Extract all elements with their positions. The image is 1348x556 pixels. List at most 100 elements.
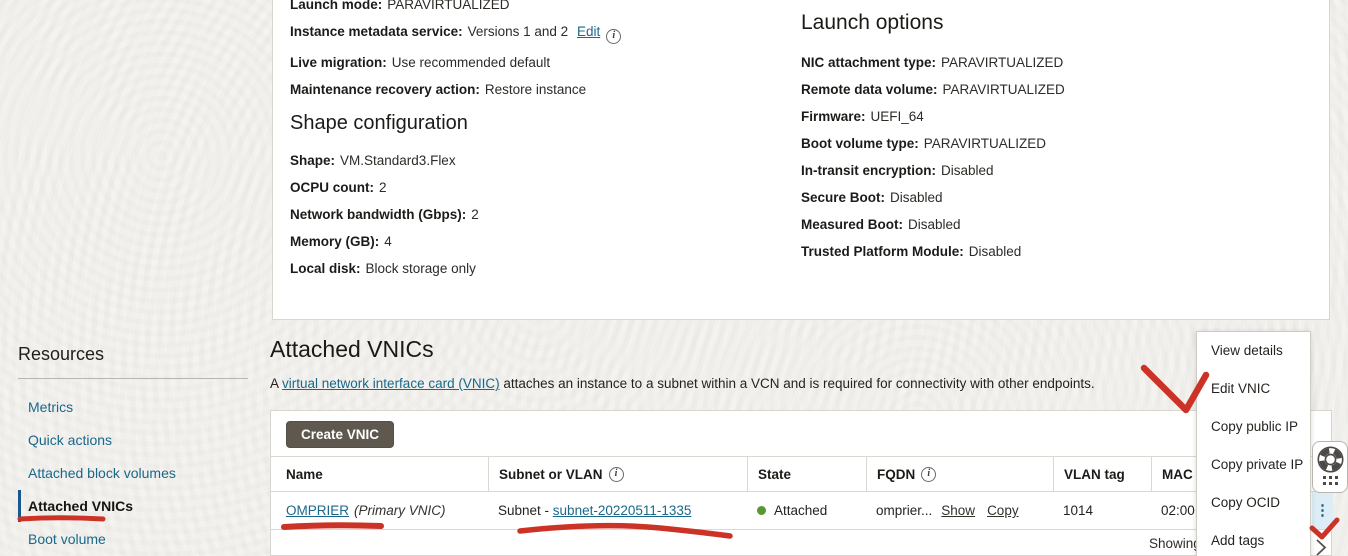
sidebar-item-quick-actions[interactable]: Quick actions: [18, 424, 248, 456]
detail-row-secure-boot: Secure Boot: Disabled: [801, 190, 1065, 206]
cell-vlan-tag: 1014: [1053, 492, 1151, 529]
vnic-doc-link[interactable]: virtual network interface card (VNIC): [282, 376, 500, 391]
fqdn-copy-link[interactable]: Copy: [987, 503, 1019, 518]
resources-title: Resources: [18, 342, 248, 366]
column-header-label: State: [758, 467, 791, 482]
column-header-label: VLAN tag: [1064, 467, 1125, 482]
menu-item-copy-ocid[interactable]: Copy OCID: [1197, 484, 1310, 522]
shape-configuration-title: Shape configuration: [290, 109, 621, 137]
detail-label: Instance metadata service:: [290, 24, 463, 39]
detail-label: Firmware:: [801, 109, 866, 124]
cell-row-actions: ⋮: [1312, 492, 1333, 529]
detail-row-memory: Memory (GB):4: [290, 234, 621, 250]
detail-value: Versions 1 and 2: [468, 24, 569, 39]
detail-label: Live migration:: [290, 55, 387, 70]
cell-subnet: Subnet - subnet-20220511-1335: [488, 492, 747, 529]
detail-label: Launch mode:: [290, 0, 382, 12]
table-header-row: Name Subnet or VLANi State FQDNi VLAN ta…: [271, 457, 1331, 492]
detail-value: Restore instance: [485, 82, 586, 97]
column-header-state: State: [747, 457, 866, 491]
description-prefix: A: [270, 376, 282, 391]
resources-sidebar: Resources Metrics Quick actions Attached…: [18, 342, 248, 556]
detail-value: PARAVIRTUALIZED: [387, 0, 509, 12]
sidebar-item-boot-volume[interactable]: Boot volume: [18, 523, 248, 555]
detail-value: UEFI_64: [871, 109, 924, 124]
vnic-name-link[interactable]: OMPRIER: [286, 503, 349, 518]
cell-fqdn: omprier... Show Copy: [866, 492, 1053, 529]
detail-label: Boot volume type:: [801, 136, 919, 151]
row-actions-menu-button[interactable]: ⋮: [1312, 492, 1333, 529]
table-footer: Showing: [271, 530, 1331, 556]
state-label: Attached: [774, 503, 827, 518]
detail-label: Maintenance recovery action:: [290, 82, 480, 97]
create-vnic-button[interactable]: Create VNIC: [286, 421, 394, 448]
column-header-label: FQDN: [877, 467, 915, 482]
kebab-menu-icon: ⋮: [1315, 503, 1330, 518]
detail-value: Disabled: [941, 163, 994, 178]
fqdn-value: omprier...: [876, 503, 932, 518]
description-suffix: attaches an instance to a subnet within …: [500, 376, 1095, 391]
detail-row-shape: Shape: VM.Standard3.Flex: [290, 153, 621, 169]
oci-console-page: Launch mode: PARAVIRTUALIZED Instance met…: [0, 0, 1348, 556]
detail-value: Disabled: [908, 217, 961, 232]
attached-vnics-heading: Attached VNICs: [270, 336, 434, 363]
detail-row-firmware: Firmware: UEFI_64: [801, 109, 1065, 125]
detail-value: Use recommended default: [392, 55, 550, 70]
launch-options-title: Launch options: [801, 9, 1065, 37]
detail-row-launch-mode: Launch mode: PARAVIRTUALIZED: [290, 0, 621, 13]
detail-value: VM.Standard3.Flex: [340, 153, 456, 168]
info-icon[interactable]: i: [609, 467, 624, 482]
next-page-chevron-icon[interactable]: [1312, 538, 1330, 556]
detail-label: Local disk:: [290, 261, 361, 276]
subnet-link[interactable]: subnet-20220511-1335: [553, 503, 692, 518]
sidebar-item-attached-block-volumes[interactable]: Attached block volumes: [18, 457, 248, 489]
menu-item-add-tags[interactable]: Add tags: [1197, 522, 1310, 556]
detail-row-maintenance-recovery: Maintenance recovery action: Restore inst…: [290, 82, 621, 98]
launch-options-column: Launch options NIC attachment type:PARAV…: [801, 9, 1065, 271]
showing-count-label: Showing: [1149, 536, 1201, 551]
fqdn-show-link[interactable]: Show: [941, 503, 975, 518]
life-buoy-icon: [1317, 446, 1344, 473]
detail-value: Disabled: [969, 244, 1022, 259]
column-header-vlan-tag: VLAN tag: [1053, 457, 1151, 491]
detail-row-network-bandwidth: Network bandwidth (Gbps):2: [290, 207, 621, 223]
assist-widget-button[interactable]: [1312, 441, 1348, 493]
column-header-subnet-or-vlan: Subnet or VLANi: [488, 457, 747, 491]
info-icon[interactable]: i: [921, 467, 936, 482]
sidebar-item-attached-vnics[interactable]: Attached VNICs: [18, 490, 248, 522]
detail-row-live-migration: Live migration: Use recommended default: [290, 55, 621, 71]
detail-value: 2: [379, 180, 387, 195]
menu-item-view-details[interactable]: View details: [1197, 332, 1310, 370]
detail-label: Secure Boot:: [801, 190, 885, 205]
vnics-table-card: Create VNIC Name Subnet or VLANi State F…: [270, 410, 1332, 556]
instance-details-card: Launch mode: PARAVIRTUALIZED Instance met…: [272, 0, 1330, 320]
cell-state: Attached: [747, 492, 866, 529]
detail-label: Network bandwidth (Gbps):: [290, 207, 466, 222]
edit-metadata-link[interactable]: Edit: [577, 24, 600, 39]
detail-label: Shape:: [290, 153, 335, 168]
apps-grid-icon: [1323, 476, 1338, 485]
column-header-fqdn: FQDN i: [866, 457, 1053, 491]
state-attached-dot: [757, 506, 766, 515]
info-icon[interactable]: i: [606, 29, 621, 44]
table-toolbar: Create VNIC: [271, 411, 1331, 457]
detail-value: PARAVIRTUALIZED: [924, 136, 1046, 151]
detail-label: Remote data volume:: [801, 82, 938, 97]
detail-row-ocpu-count: OCPU count:2: [290, 180, 621, 196]
detail-value: Disabled: [890, 190, 943, 205]
sidebar-item-metrics[interactable]: Metrics: [18, 391, 248, 423]
menu-item-edit-vnic[interactable]: Edit VNIC: [1197, 370, 1310, 408]
detail-row-boot-volume-type: Boot volume type: PARAVIRTUALIZED: [801, 136, 1065, 152]
menu-item-copy-public-ip[interactable]: Copy public IP: [1197, 408, 1310, 446]
detail-row-nic-attachment: NIC attachment type:PARAVIRTUALIZED: [801, 55, 1065, 71]
row-actions-context-menu: View details Edit VNIC Copy public IP Co…: [1196, 331, 1311, 556]
detail-row-measured-boot: Measured Boot:Disabled: [801, 217, 1065, 233]
detail-value: PARAVIRTUALIZED: [943, 82, 1065, 97]
detail-row-trusted-platform-module: Trusted Platform Module: Disabled: [801, 244, 1065, 260]
detail-label: Trusted Platform Module:: [801, 244, 964, 259]
menu-item-copy-private-ip[interactable]: Copy private IP: [1197, 446, 1310, 484]
detail-row-local-disk: Local disk:Block storage only: [290, 261, 621, 277]
detail-row-remote-data-volume: Remote data volume: PARAVIRTUALIZED: [801, 82, 1065, 98]
primary-vnic-note: (Primary VNIC): [354, 503, 446, 518]
detail-label: In-transit encryption:: [801, 163, 936, 178]
